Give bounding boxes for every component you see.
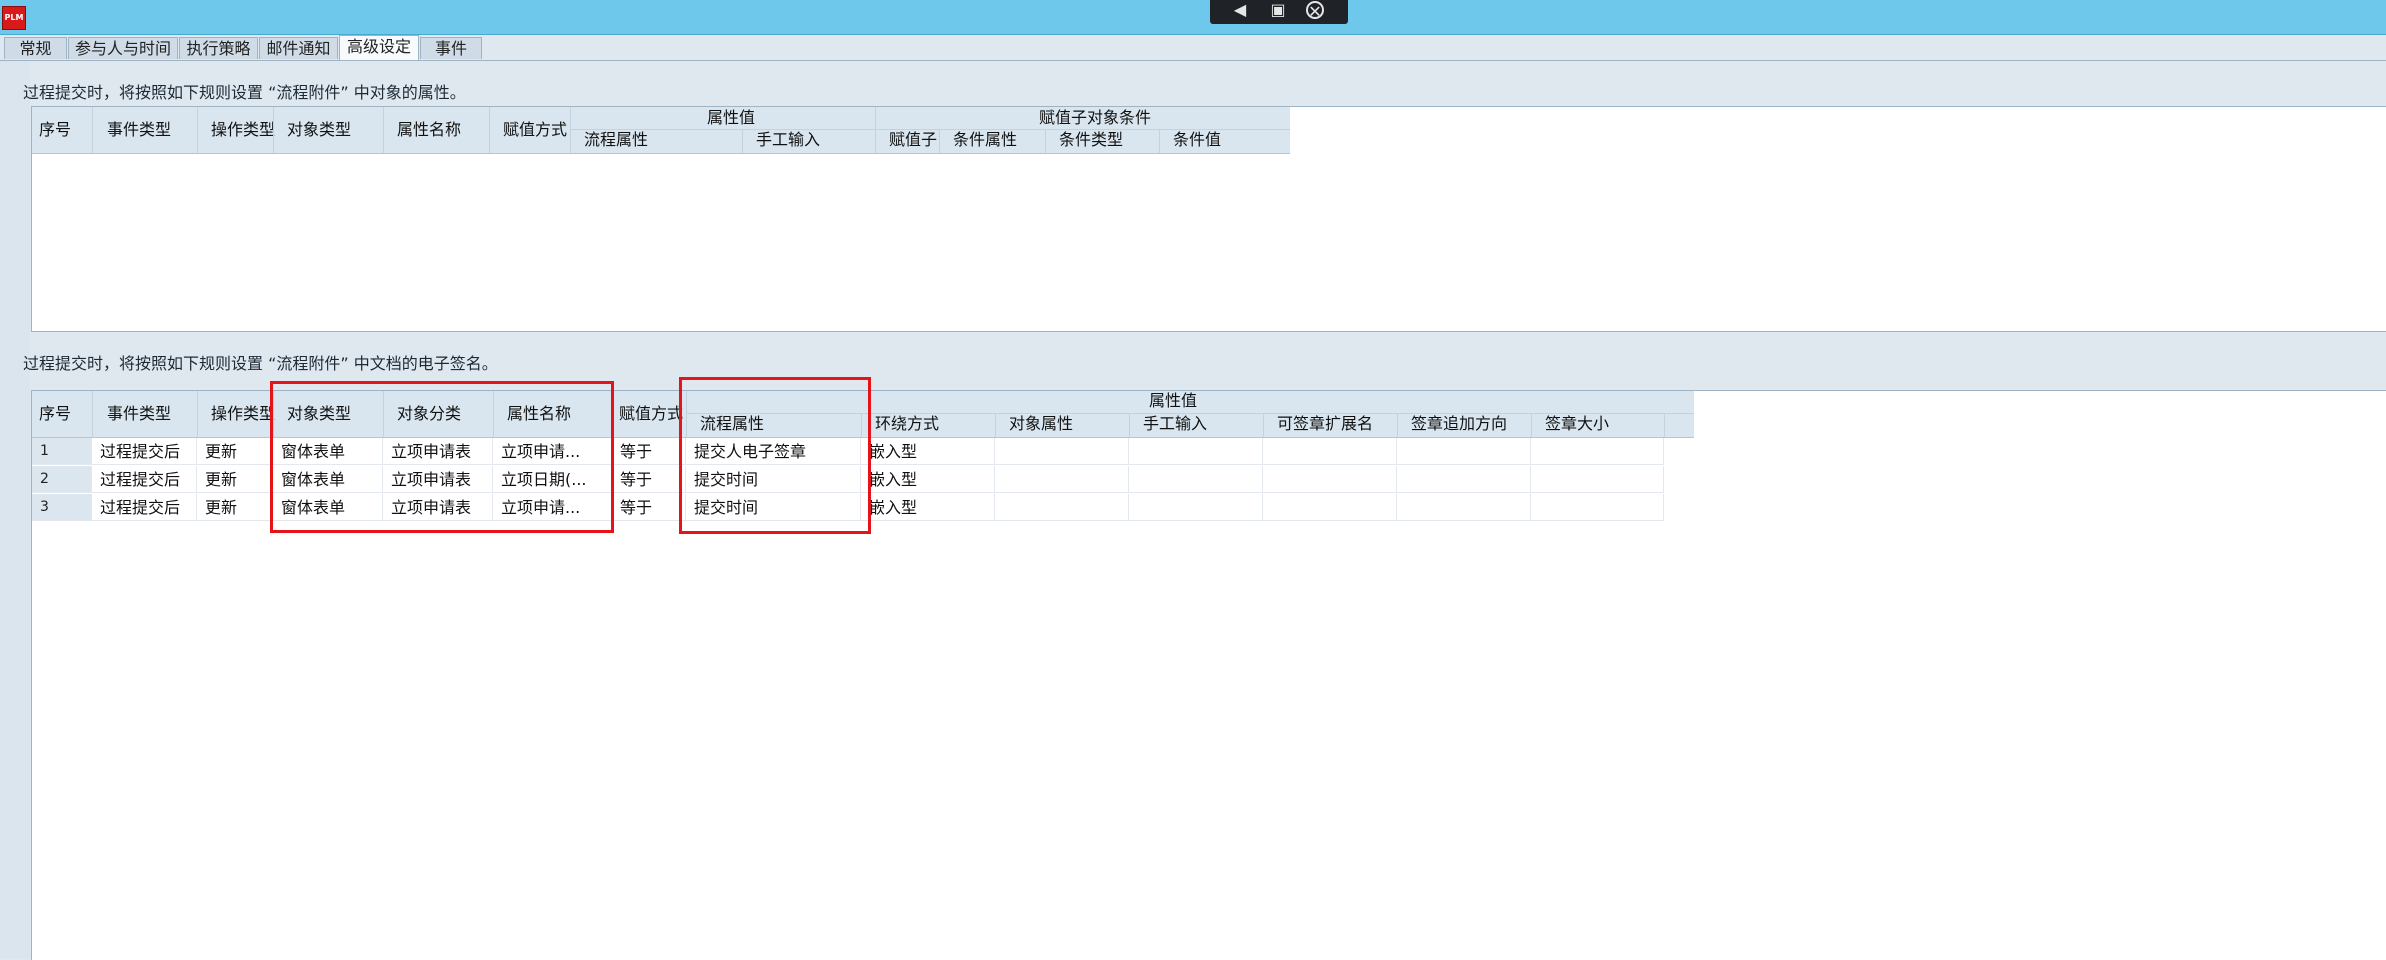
section1-label: 过程提交时，将按照如下规则设置 “流程附件” 中对象的属性。	[23, 83, 466, 102]
col-sign-ext[interactable]: 可签章扩展名	[1270, 413, 1373, 435]
col-sign-size[interactable]: 签章大小	[1538, 413, 1609, 435]
cell-sign-size[interactable]	[1531, 438, 1664, 465]
cell-assign-mode[interactable]: 等于	[612, 466, 686, 493]
cell-sign-ext[interactable]	[1263, 494, 1397, 521]
tab-general[interactable]: 常规	[4, 37, 67, 59]
col-assign-mode[interactable]: 赋值方式	[612, 403, 683, 425]
cell-wrap-mode[interactable]: 嵌入型	[861, 466, 995, 493]
cell-sign-direction[interactable]	[1397, 438, 1531, 465]
group-attr-value: 属性值	[1149, 391, 1198, 410]
col-obj-attr[interactable]: 对象属性	[1002, 413, 1073, 435]
highlight-box-object	[270, 381, 614, 533]
section2-label: 过程提交时，将按照如下规则设置 “流程附件” 中文档的电子签名。	[23, 354, 498, 373]
col-manual-input[interactable]: 手工输入	[1136, 413, 1207, 435]
floating-toolbar: ◀ ▣ ✕	[1210, 0, 1348, 24]
row-seq: 3	[32, 494, 92, 521]
col-assign-child[interactable]: 赋值子	[882, 129, 937, 151]
group-attr-value: 属性值	[707, 108, 756, 127]
tab-bar: 常规 参与人与时间 执行策略 邮件通知 高级设定 事件	[0, 35, 2386, 61]
object-attribute-table[interactable]: 序号 事件类型 操作类型 对象类型 属性名称 赋值方式 属性值 流程属性 手工输…	[31, 106, 2386, 332]
cell-obj-attr[interactable]	[995, 494, 1129, 521]
col-seq[interactable]: 序号	[32, 403, 71, 425]
cell-op-type[interactable]: 更新	[197, 438, 273, 465]
row-seq: 2	[32, 466, 92, 493]
col-flow-attr[interactable]: 流程属性	[577, 129, 648, 151]
col-cond-value[interactable]: 条件值	[1166, 129, 1221, 151]
row-seq: 1	[32, 438, 92, 465]
col-attr-name[interactable]: 属性名称	[390, 119, 461, 141]
table-header: 序号 事件类型 操作类型 对象类型 属性名称 赋值方式 属性值 流程属性 手工输…	[32, 107, 1290, 154]
tab-events[interactable]: 事件	[420, 37, 482, 59]
col-op-type[interactable]: 操作类型	[204, 403, 275, 425]
cell-event-type[interactable]: 过程提交后	[92, 466, 197, 493]
send-icon[interactable]: ◀	[1230, 1, 1250, 19]
cell-op-type[interactable]: 更新	[197, 494, 273, 521]
plm-app-icon: PLM	[2, 6, 26, 30]
cell-assign-mode[interactable]: 等于	[612, 438, 686, 465]
col-cond-type[interactable]: 条件类型	[1052, 129, 1123, 151]
title-bar: PLM ◀ ▣ ✕	[0, 0, 2386, 35]
tab-participants-time[interactable]: 参与人与时间	[68, 37, 178, 59]
close-icon[interactable]: ✕	[1306, 1, 1324, 21]
cell-op-type[interactable]: 更新	[197, 466, 273, 493]
cell-sign-direction[interactable]	[1397, 494, 1531, 521]
col-cond-attr[interactable]: 条件属性	[946, 129, 1017, 151]
left-margin	[0, 61, 30, 959]
col-event-type[interactable]: 事件类型	[100, 119, 171, 141]
col-wrap-mode[interactable]: 环绕方式	[868, 413, 939, 435]
col-seq[interactable]: 序号	[32, 119, 71, 141]
col-op-type[interactable]: 操作类型	[204, 119, 275, 141]
cell-event-type[interactable]: 过程提交后	[92, 438, 197, 465]
group-child-condition: 赋值子对象条件	[1039, 108, 1152, 127]
cell-sign-direction[interactable]	[1397, 466, 1531, 493]
tab-mail-notice[interactable]: 邮件通知	[259, 37, 338, 59]
cell-obj-attr[interactable]	[995, 466, 1129, 493]
cell-wrap-mode[interactable]: 嵌入型	[861, 494, 995, 521]
col-assign-mode[interactable]: 赋值方式	[496, 119, 567, 141]
tab-execution-strategy[interactable]: 执行策略	[179, 37, 258, 59]
cell-manual-input[interactable]	[1129, 438, 1263, 465]
tab-advanced-settings[interactable]: 高级设定	[339, 35, 419, 60]
screen-icon[interactable]: ▣	[1266, 1, 1290, 19]
cell-manual-input[interactable]	[1129, 466, 1263, 493]
cell-sign-size[interactable]	[1531, 494, 1664, 521]
col-obj-type[interactable]: 对象类型	[280, 119, 351, 141]
col-manual-input[interactable]: 手工输入	[749, 129, 820, 151]
col-sign-direction[interactable]: 签章追加方向	[1404, 413, 1507, 435]
cell-sign-ext[interactable]	[1263, 466, 1397, 493]
cell-sign-size[interactable]	[1531, 466, 1664, 493]
cell-assign-mode[interactable]: 等于	[612, 494, 686, 521]
cell-event-type[interactable]: 过程提交后	[92, 494, 197, 521]
cell-manual-input[interactable]	[1129, 494, 1263, 521]
cell-sign-ext[interactable]	[1263, 438, 1397, 465]
col-event-type[interactable]: 事件类型	[100, 403, 171, 425]
cell-obj-attr[interactable]	[995, 438, 1129, 465]
highlight-box-flow-attr	[679, 377, 871, 534]
cell-wrap-mode[interactable]: 嵌入型	[861, 438, 995, 465]
